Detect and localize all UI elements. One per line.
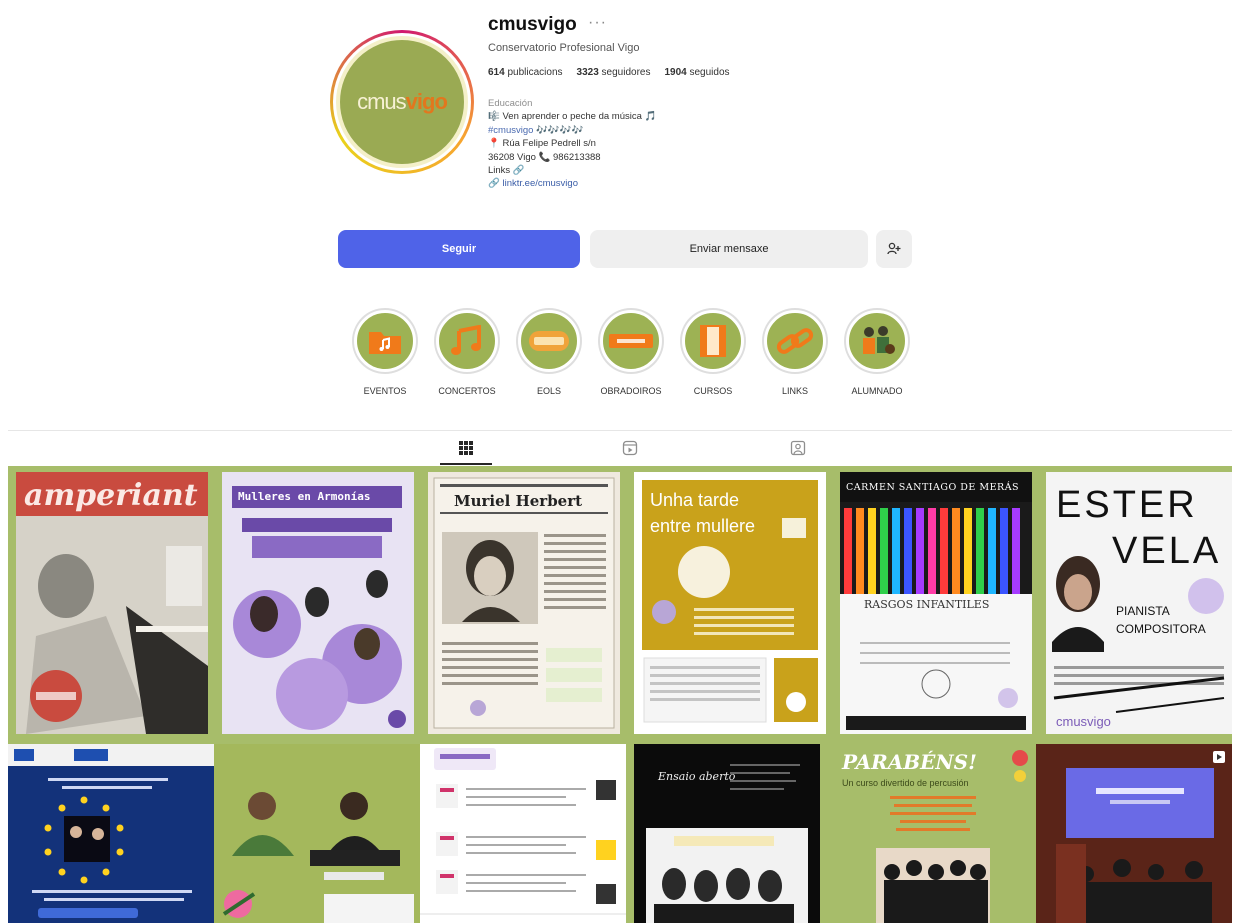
- highlight-label: EOLS: [536, 386, 561, 396]
- avatar-logo-b: vigo: [405, 89, 448, 114]
- post-image-performers: [214, 744, 420, 923]
- follow-button[interactable]: Seguir: [338, 230, 580, 268]
- highlight-links[interactable]: LINKS: [762, 308, 828, 396]
- post-subtitle: COMPOSITORA: [1116, 622, 1206, 636]
- avatar-logo-a: cmus: [357, 89, 407, 114]
- post-4[interactable]: Unha tarde entre mullere: [634, 472, 826, 734]
- bio-line: 🎼 Ven aprender o peche da música 🎵: [488, 111, 657, 123]
- post-subtitle: PIANISTA: [1116, 604, 1170, 618]
- post-image-pianist: [16, 516, 208, 734]
- post-1[interactable]: amperiant: [16, 472, 208, 734]
- highlight-label: ALUMNADO: [851, 386, 903, 396]
- avatar-inner: cmus vigo: [333, 33, 471, 171]
- post-10[interactable]: Ensaio aberto: [634, 744, 820, 923]
- post-image-calendar: [420, 748, 626, 915]
- students-icon: [863, 326, 895, 354]
- post-image-portrait: [1052, 556, 1225, 713]
- post-image-auditorium: [1036, 744, 1232, 923]
- post-image-newspaper: [433, 477, 615, 729]
- highlight-cursos[interactable]: CURSOS: [680, 308, 746, 396]
- post-11[interactable]: PARABÉNS! Un curso divertido de percusió…: [830, 744, 1036, 923]
- post-9[interactable]: [420, 744, 626, 923]
- highlight-eventos[interactable]: EVENTOS: [352, 308, 418, 396]
- more-options-icon[interactable]: ···: [588, 14, 607, 32]
- post-image-ensemble: [646, 764, 808, 923]
- posts-grid: amperiant Mulleres en Armonías Muriel He…: [8, 466, 1232, 923]
- post-8[interactable]: [214, 744, 420, 923]
- folder-music-icon: [369, 332, 401, 354]
- music-notes-icon: [451, 325, 481, 355]
- bio-category: Educación: [488, 98, 533, 109]
- post-2[interactable]: Mulleres en Armonías: [222, 472, 414, 734]
- profile-tabs: [8, 430, 1232, 465]
- post-image-piano-keys: [840, 502, 1032, 734]
- post-title: Mulleres en Armonías: [238, 490, 371, 503]
- book-icon: [700, 325, 726, 357]
- bio-links: Links 🔗: [488, 165, 525, 177]
- post-image-women-composers: [233, 518, 406, 730]
- add-user-icon: [887, 242, 901, 255]
- tagged-icon: [790, 440, 806, 456]
- post-5[interactable]: CARMEN SANTIAGO DE MERÁS RASGOS INFANTIL…: [840, 472, 1032, 734]
- post-image-percussion-group: [876, 750, 1028, 923]
- highlight-alumnado[interactable]: ALUMNADO: [844, 308, 910, 396]
- link-icon: 🔗: [488, 178, 500, 190]
- message-button[interactable]: Enviar mensaxe: [590, 230, 868, 268]
- highlight-label: EVENTOS: [363, 386, 407, 396]
- highlight-label: LINKS: [781, 386, 808, 396]
- post-title: CARMEN SANTIAGO DE MERÁS: [846, 482, 1020, 493]
- bio-address: 📍 Rúa Felipe Pedrell s/n: [488, 138, 596, 150]
- stat-followers[interactable]: 3323 seguidores: [577, 67, 651, 78]
- bio-hashtag[interactable]: #cmusvigo 🎶🎶🎶🎶: [488, 124, 748, 137]
- bio-external-link[interactable]: 🔗 linktr.ee/cmusvigo: [488, 177, 748, 190]
- post-image-poster: [643, 518, 818, 723]
- profile-username: cmusvigo: [488, 14, 577, 35]
- profile-bio: Educación 🎼 Ven aprender o peche da músi…: [488, 97, 748, 191]
- bio-phone: 36208 Vigo 📞 986213388: [488, 151, 601, 163]
- stat-posts: 614 publicacions: [488, 67, 563, 78]
- posts-grid-icon: [459, 441, 473, 455]
- highlight-concertos[interactable]: CONCERTOS: [434, 308, 500, 396]
- post-7[interactable]: [8, 744, 214, 923]
- post-6[interactable]: ESTER VELA PIANISTA COMPOSITORA cmusvigo: [1046, 472, 1232, 734]
- banner-icon: [609, 334, 653, 348]
- post-title: amperiant: [24, 478, 198, 513]
- post-12[interactable]: [1036, 744, 1232, 923]
- highlight-label: OBRADOIROS: [600, 386, 662, 396]
- avatar: cmus vigo: [336, 36, 468, 168]
- logo-badge-icon: [529, 331, 569, 351]
- profile-stats: 614 publicacions 3323 seguidores 1904 se…: [488, 67, 730, 78]
- chain-link-icon: [776, 328, 814, 354]
- highlight-label: CURSOS: [693, 386, 733, 396]
- stat-following[interactable]: 1904 seguidos: [664, 67, 729, 78]
- story-highlights: EVENTOS CONCERTOS EOLS OBRADOIROS CURSOS…: [352, 308, 910, 396]
- post-image-eu-stars: [8, 744, 214, 918]
- post-title: Muriel Herbert: [454, 492, 583, 510]
- tab-posts[interactable]: [440, 435, 492, 461]
- reels-icon: [622, 440, 638, 456]
- profile-full-name: Conservatorio Profesional Vigo: [488, 42, 640, 54]
- suggested-users-button[interactable]: [876, 230, 912, 268]
- post-footer-logo: cmusvigo: [1056, 714, 1111, 729]
- highlight-eols[interactable]: EOLS: [516, 308, 582, 396]
- tab-active-indicator: [440, 463, 492, 465]
- post-subtitle: RASGOS INFANTILES: [864, 598, 990, 611]
- highlight-label: CONCERTOS: [438, 386, 496, 396]
- tab-reels[interactable]: [604, 435, 656, 461]
- profile-avatar-ring[interactable]: cmus vigo: [330, 30, 474, 174]
- post-3[interactable]: Muriel Herbert: [428, 472, 620, 734]
- tab-tagged[interactable]: [772, 435, 824, 461]
- carousel-icon: [1212, 750, 1226, 764]
- highlight-obradoiros[interactable]: OBRADOIROS: [598, 308, 664, 396]
